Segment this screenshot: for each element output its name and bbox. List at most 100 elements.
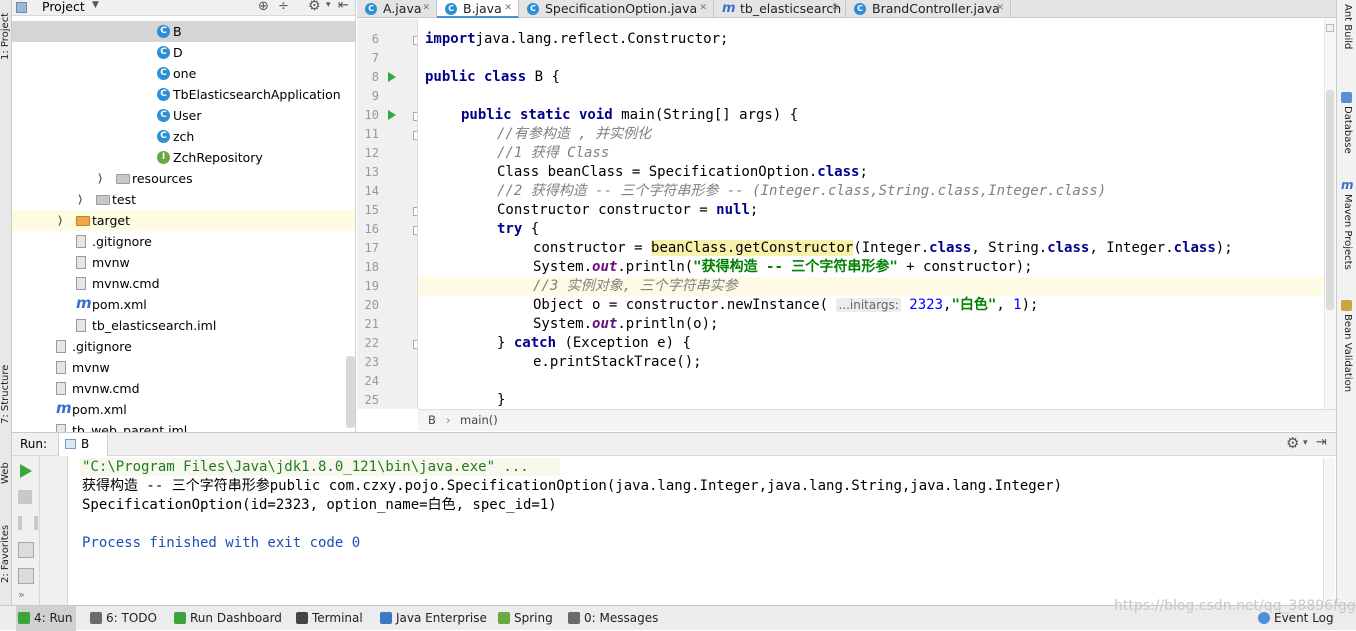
tree-item[interactable]: mvnw (12, 252, 355, 273)
editor-tab[interactable]: C A.java ✕ (357, 0, 437, 18)
code-token: .println( (617, 259, 694, 275)
code-line: try { (418, 220, 1324, 239)
tree-item[interactable]: m pom.xml (12, 294, 355, 315)
run-gutter-icon[interactable] (388, 72, 396, 82)
class-icon: C (157, 130, 170, 143)
run-gear-chevron-icon[interactable]: ▾ (1303, 438, 1308, 448)
run-panel-label: Run: (20, 437, 48, 451)
inspection-status-icon[interactable] (1326, 24, 1334, 32)
close-icon[interactable]: ✕ (422, 0, 430, 17)
code-token: (Exception e) { (556, 335, 691, 351)
project-panel-header: Project ▼ ⊕ ÷ ⚙ ▾ ⇤ (12, 0, 355, 16)
more-tools-icon[interactable]: » (18, 588, 25, 601)
chevron-right-icon[interactable]: ❯ (58, 210, 63, 231)
project-view-selector[interactable]: Project (42, 0, 85, 14)
tree-item-label: B (173, 24, 182, 39)
tree-item[interactable]: mvnw.cmd (12, 273, 355, 294)
tree-item[interactable]: ❯ resources (12, 168, 355, 189)
code-token: ; (859, 164, 868, 180)
console-scrollbar[interactable] (1323, 458, 1335, 604)
tool-window-button[interactable]: Spring (496, 606, 556, 631)
code-token: out (592, 259, 618, 275)
editor-tab[interactable]: C BrandController.java ✕ (846, 0, 1011, 18)
editor-tab[interactable]: m tb_elasticsearch ✕ (714, 0, 846, 18)
database-icon (1341, 92, 1352, 103)
tree-item[interactable]: CD (12, 42, 355, 63)
tool-window-icon (380, 612, 392, 624)
tree-item-label: pom.xml (92, 297, 147, 312)
file-icon (56, 424, 66, 432)
close-icon[interactable]: ✕ (504, 0, 512, 17)
tree-item[interactable]: ❯ target (12, 210, 355, 231)
tool-window-button[interactable]: Run Dashboard (172, 606, 282, 631)
console-line: 获得构造 -- 三个字符串形参public com.czxy.pojo.Spec… (82, 478, 1063, 494)
stop-icon[interactable] (18, 490, 32, 504)
code-token: //3 实例对象, 三个字符串实参 (533, 278, 738, 294)
line-number: 8 (371, 70, 379, 84)
tool-window-button[interactable]: Java Enterprise (378, 606, 487, 631)
editor-scrollbar-thumb[interactable] (1326, 90, 1334, 310)
console-output[interactable]: "C:\Program Files\Java\jdk1.8.0_121\bin\… (82, 458, 1322, 604)
bean-icon (1341, 300, 1352, 311)
tool-window-button[interactable]: Terminal (294, 606, 364, 631)
code-token: class (929, 240, 972, 256)
tree-item[interactable]: .gitignore (12, 336, 355, 357)
run-gear-icon[interactable]: ⚙ (1286, 434, 1299, 452)
restore-layout-icon[interactable] (18, 568, 34, 584)
close-icon[interactable]: ✕ (699, 0, 707, 17)
tree-item[interactable]: mvnw (12, 357, 355, 378)
tree-item[interactable]: I ZchRepository (12, 147, 355, 168)
code-editor[interactable]: importjava.lang.reflect.Constructor; publ… (418, 19, 1324, 409)
line-number: 6 (371, 32, 379, 46)
run-config-tab[interactable]: B (58, 433, 108, 456)
tree-item[interactable]: C TbElasticsearchApplication (12, 84, 355, 105)
tree-item[interactable]: m pom.xml (12, 399, 355, 420)
gear-icon[interactable]: ⚙ (308, 0, 321, 14)
breadcrumb-class[interactable]: B (428, 410, 436, 431)
tree-item-label: one (173, 66, 197, 81)
tree-item[interactable]: CB (12, 21, 355, 42)
run-gutter-icon[interactable] (388, 110, 396, 120)
tree-item[interactable]: tb_web_parent.iml (12, 420, 355, 432)
gear-menu-chevron-icon[interactable]: ▾ (326, 0, 331, 10)
project-scrollbar[interactable] (346, 356, 355, 428)
folder-icon (96, 195, 110, 205)
locate-icon[interactable]: ⊕ (258, 0, 269, 14)
tree-item[interactable]: ❯ test (12, 189, 355, 210)
collapse-icon[interactable]: ÷ (278, 0, 289, 14)
breadcrumb-method[interactable]: main() (460, 410, 498, 431)
tool-window-button[interactable]: 0: Messages (566, 606, 658, 631)
close-icon[interactable]: ✕ (831, 0, 839, 17)
class-icon: C (157, 67, 170, 80)
code-token: public static void (461, 107, 613, 123)
hide-panel-icon[interactable]: ⇤ (338, 0, 349, 13)
code-token: Object o = constructor.newInstance( (533, 297, 837, 313)
editor-tab[interactable]: C SpecificationOption.java ✕ (519, 0, 714, 18)
class-icon: C (527, 3, 539, 15)
rerun-icon[interactable] (20, 464, 32, 478)
line-number: 22 (364, 336, 379, 350)
tree-item[interactable]: mvnw.cmd (12, 378, 355, 399)
tree-item[interactable]: Cone (12, 63, 355, 84)
hide-run-panel-icon[interactable]: ⇥ (1316, 435, 1327, 450)
tree-item[interactable]: .gitignore (12, 231, 355, 252)
tool-window-button[interactable]: 6: TODO (88, 606, 158, 631)
tool-window-button[interactable]: 4: Run (16, 606, 76, 631)
tree-item[interactable]: tb_elasticsearch.iml (12, 315, 355, 336)
tree-item[interactable]: Czch (12, 126, 355, 147)
tree-item-label: ZchRepository (173, 150, 263, 165)
code-line: Class beanClass = SpecificationOption.cl… (418, 163, 1324, 182)
editor-tab-label: BrandController.java (872, 1, 1000, 16)
chevron-right-icon[interactable]: ❯ (78, 189, 83, 210)
project-icon (16, 2, 27, 13)
dump-threads-icon[interactable] (18, 542, 34, 558)
editor-tab-label: B.java (463, 1, 502, 16)
class-icon: C (365, 3, 377, 15)
pause-icon[interactable] (18, 516, 38, 530)
editor-tab[interactable]: C B.java ✕ (437, 0, 519, 18)
chevron-right-icon[interactable]: ❯ (98, 168, 103, 189)
close-icon[interactable]: ✕ (996, 0, 1004, 17)
chevron-down-icon[interactable]: ▼ (92, 0, 99, 10)
tree-item[interactable]: C User (12, 105, 355, 126)
